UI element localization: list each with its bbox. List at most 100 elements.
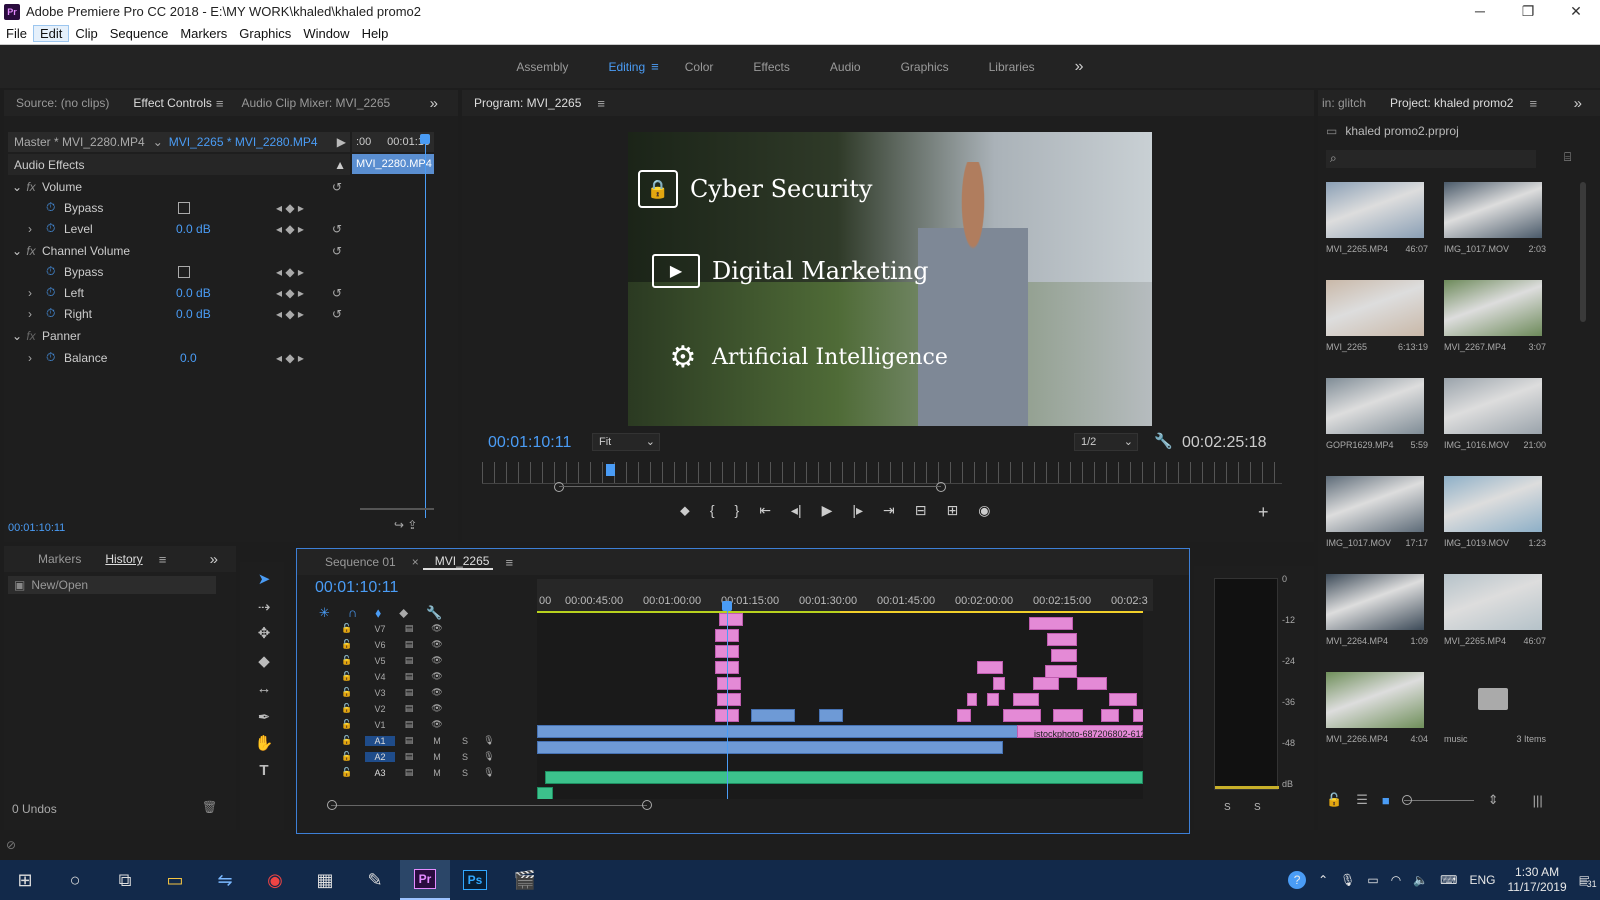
clapperboard-icon[interactable]: 🎬 (500, 860, 550, 900)
trash-icon[interactable]: 🗑 (202, 800, 217, 814)
microphone-icon[interactable]: 🎙 (479, 767, 499, 778)
program-scrubber[interactable] (482, 462, 1282, 484)
master-clip-label[interactable]: Master * MVI_2280.MP4 (8, 135, 145, 149)
timeline-clip[interactable] (717, 677, 741, 690)
lock-icon[interactable]: 🔓 (1326, 792, 1342, 808)
chrome-icon[interactable]: ◉ (250, 860, 300, 900)
menu-clip[interactable]: Clip (69, 26, 103, 41)
mark-out-icon[interactable]: } (735, 502, 740, 519)
track-lock-icon[interactable]: 🔓 (341, 719, 365, 730)
workspace-assembly[interactable]: Assembly (496, 60, 588, 74)
zoom-handle-right[interactable] (642, 800, 652, 810)
microphone-icon[interactable]: 🎙 (1340, 873, 1355, 887)
left-value[interactable]: 0.0 dB (176, 286, 211, 300)
project-item[interactable]: music 3 Items (1444, 672, 1552, 764)
project-item[interactable]: IMG_1016.MOV 21:00 (1444, 378, 1552, 470)
timeline-clip[interactable] (987, 693, 999, 706)
expand-param-icon[interactable]: › (28, 351, 32, 365)
effect-panner-row[interactable]: ⌄ fx Panner (8, 325, 350, 346)
workspace-menu-icon[interactable]: ≡ (651, 59, 659, 74)
track-lock-icon[interactable]: 🔓 (341, 751, 365, 762)
teamviewer-icon[interactable]: ⇋ (200, 860, 250, 900)
timeline-clip[interactable] (967, 693, 977, 706)
track-name[interactable]: V3 (365, 688, 395, 698)
effect-controls-timecode[interactable]: 00:01:10:11 (8, 522, 65, 534)
timeline-clip[interactable] (1029, 617, 1073, 630)
project-item[interactable]: IMG_1017.MOV 17:17 (1326, 476, 1434, 568)
workspace-graphics[interactable]: Graphics (881, 60, 969, 74)
lift-icon[interactable]: ⊟ (915, 502, 927, 519)
bypass-checkbox[interactable] (178, 201, 190, 214)
go-to-out-icon[interactable]: ⇥ (883, 502, 895, 519)
expand-volume-icon[interactable]: ⌄ (8, 180, 22, 194)
camera-icon[interactable]: ◉ (978, 502, 990, 519)
marker-icon[interactable]: ⬥ (399, 605, 408, 621)
expand-panner-icon[interactable]: ⌄ (8, 329, 22, 343)
history-menu-icon[interactable]: ≡ (147, 552, 179, 567)
eye-icon[interactable]: 👁 (423, 671, 451, 682)
stopwatch-icon[interactable]: ⏱ (46, 221, 55, 236)
timeline-menu-icon[interactable]: ≡ (493, 555, 525, 570)
minimize-icon[interactable]: ─ (1456, 0, 1504, 23)
track-select-tool-icon[interactable]: ⇢ (252, 598, 276, 620)
workspace-effects[interactable]: Effects (733, 60, 809, 74)
menu-edit[interactable]: Edit (32, 25, 70, 42)
solo-button[interactable]: S (451, 752, 479, 762)
tab-sequence-01[interactable]: Sequence 01 (297, 555, 408, 569)
timeline-playhead-handle[interactable] (722, 601, 732, 611)
timeline-clip[interactable] (719, 613, 743, 626)
tab-project[interactable]: Project: khaled promo2 (1378, 96, 1517, 110)
eye-icon[interactable]: 👁 (423, 703, 451, 714)
razor-tool-icon[interactable]: ◆ (252, 652, 276, 674)
zoom-handle-right[interactable] (936, 482, 946, 492)
expand-param-icon[interactable]: › (28, 307, 32, 321)
zoom-handle-left[interactable] (554, 482, 564, 492)
audio-track-header[interactable]: 🔓 A3 ▤ M S 🎙 (341, 765, 531, 780)
sync-lock-icon[interactable]: ▤ (395, 735, 423, 746)
mini-timeline-clip[interactable]: MVI_2280.MP4 (352, 154, 434, 174)
workspace-overflow-icon[interactable]: » (1055, 58, 1104, 76)
menu-window[interactable]: Window (297, 26, 355, 41)
battery-icon[interactable]: ▭ (1367, 873, 1378, 887)
video-track-header[interactable]: 🔓 V5 ▤ 👁 (341, 653, 531, 668)
keyframe-nav-icon[interactable]: ◂ ◆ ▸ (276, 222, 304, 236)
solo-button[interactable]: S (451, 736, 479, 746)
play-clip-icon[interactable]: ▶ (337, 135, 346, 149)
track-name[interactable]: A3 (365, 768, 395, 778)
panel-overflow-icon[interactable]: » (198, 551, 230, 568)
panel-overflow-icon[interactable]: » (1562, 95, 1594, 112)
project-item[interactable]: MVI_2266.MP4 4:04 (1326, 672, 1434, 764)
sequence-clip-label[interactable]: MVI_2265 * MVI_2280.MP4 (169, 135, 318, 149)
timeline-clip[interactable] (1051, 649, 1077, 662)
restore-icon[interactable]: ❐ (1504, 0, 1552, 23)
project-item[interactable]: MVI_2265.MP4 46:07 (1326, 182, 1434, 274)
timeline-clip[interactable] (1077, 677, 1107, 690)
sync-lock-icon[interactable]: ▤ (395, 767, 423, 778)
list-view-icon[interactable]: ☰ (1356, 792, 1368, 808)
fx-badge-icon[interactable]: fx (20, 329, 42, 343)
bypass-checkbox[interactable] (178, 265, 190, 278)
keyboard-icon[interactable]: ⌨ (1440, 873, 1457, 887)
cortana-search-icon[interactable]: ○ (50, 860, 100, 900)
mini-playhead[interactable] (425, 138, 426, 518)
mute-button[interactable]: M (423, 736, 451, 746)
close-icon[interactable]: ✕ (1552, 0, 1600, 23)
track-lock-icon[interactable]: 🔓 (341, 703, 365, 714)
add-marker-icon[interactable]: ⬧ (375, 605, 381, 621)
project-scrollbar[interactable] (1580, 182, 1586, 322)
language-indicator[interactable]: ENG (1469, 873, 1495, 887)
keyframe-nav-icon[interactable]: ◂ ◆ ▸ (276, 351, 304, 365)
add-marker-icon[interactable]: ⬥ (680, 502, 690, 519)
timeline-clip[interactable] (993, 677, 1005, 690)
effect-controls-scrollbar[interactable] (360, 508, 434, 510)
sync-lock-icon[interactable]: ▤ (395, 671, 423, 682)
timeline-clip[interactable] (751, 709, 795, 722)
task-view-icon[interactable]: ⧉ (100, 860, 150, 900)
timeline-clip[interactable] (977, 661, 1003, 674)
sync-lock-icon[interactable]: ▤ (395, 719, 423, 730)
track-name[interactable]: V5 (365, 656, 395, 666)
zoom-slider[interactable] (1401, 794, 1474, 805)
tab-effect-controls[interactable]: Effect Controls (121, 96, 215, 110)
eye-icon[interactable]: 👁 (423, 687, 451, 698)
track-lock-icon[interactable]: 🔓 (341, 639, 365, 650)
